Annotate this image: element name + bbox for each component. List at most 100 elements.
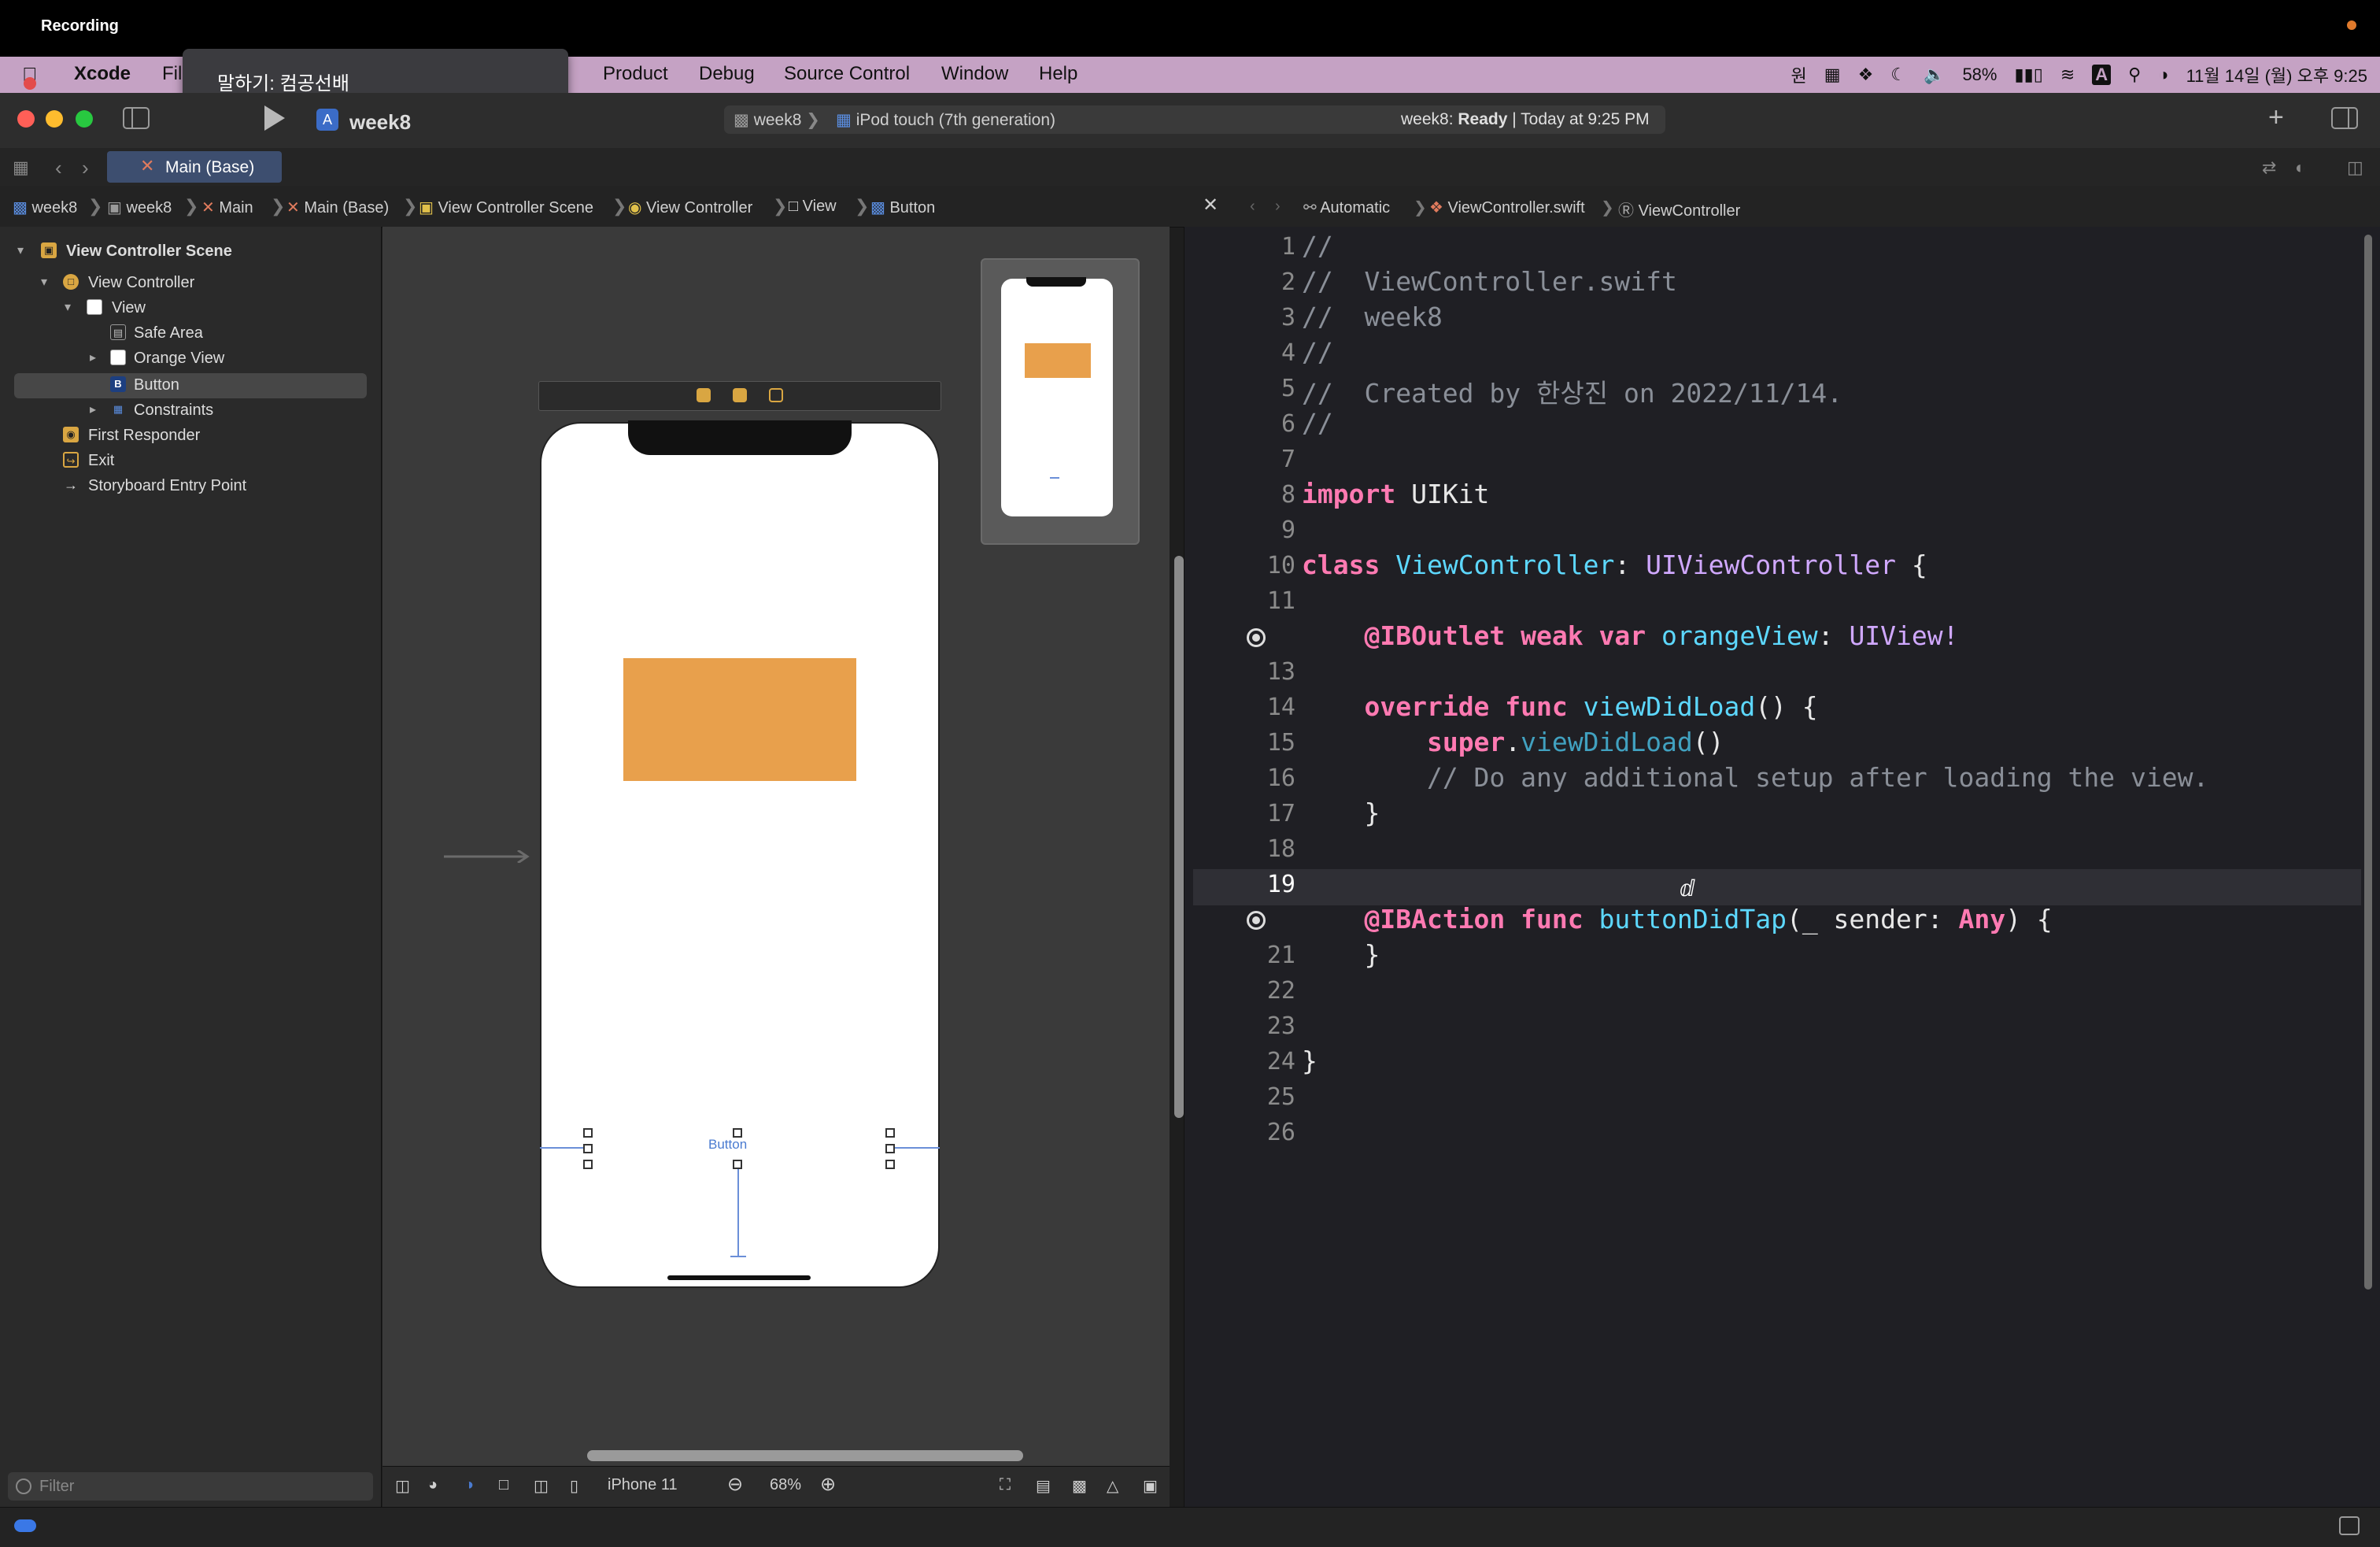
outline-row-button[interactable]: B Button [110, 375, 346, 398]
menu-window[interactable]: Window [941, 63, 1008, 85]
disclosure-closed-icon[interactable]: ▸ [90, 350, 96, 365]
add-constraints-icon[interactable]: ▩ [1072, 1476, 1087, 1496]
canvas-horizontal-scrollbar[interactable] [587, 1450, 1023, 1461]
disclosure-open-icon[interactable]: ▾ [17, 242, 24, 258]
breadcrumb-button[interactable]: ▩ Button [870, 198, 935, 217]
code-editor[interactable] [1184, 227, 2380, 1507]
outline-row-scene[interactable]: ▾ ▣ View Controller Scene [17, 241, 364, 265]
close-window-button[interactable] [17, 110, 35, 128]
outline-row-view[interactable]: ▾ View [65, 298, 348, 321]
dock-view-controller-icon[interactable] [697, 388, 711, 402]
debug-area-toggle-icon[interactable] [2339, 1516, 2360, 1535]
wifi-icon[interactable]: ≋ [2060, 65, 2075, 85]
breadcrumb-main[interactable]: ✕ Main [201, 198, 253, 217]
resolve-issues-icon[interactable]: △ [1107, 1476, 1118, 1496]
dock-first-responder-icon[interactable] [733, 388, 747, 402]
menu-clock[interactable]: 11월 14일 (월) 오후 9:25 [2186, 62, 2367, 87]
breadcrumb-view-controller[interactable]: ◉ View Controller [628, 198, 752, 217]
minimize-window-button[interactable] [46, 110, 63, 128]
add-library-button[interactable]: + [2268, 102, 2284, 133]
orientation-icon[interactable]: □ [499, 1476, 508, 1494]
breadcrumb-scene[interactable]: ▣ View Controller Scene [419, 198, 593, 217]
run-destination-scheme[interactable]: ▩ week8 ❯ [734, 110, 820, 130]
thumbnail-orange-view [1025, 343, 1091, 378]
keyboard-badge[interactable]: A [2092, 65, 2112, 85]
breadcrumb-group[interactable]: ▣ week8 [107, 198, 172, 217]
align-icon[interactable]: ▤ [1036, 1476, 1051, 1496]
outline-row-constraints[interactable]: ▸ ▦ Constraints [90, 400, 342, 424]
zoom-in-icon[interactable]: ⊕ [820, 1473, 836, 1496]
filter-icon [16, 1479, 31, 1494]
spotlight-search-icon[interactable]: ⚲ [2128, 65, 2141, 85]
navigator-toggle-icon[interactable] [123, 107, 150, 129]
update-frames-icon[interactable]: ⛶ [1000, 1476, 1011, 1494]
disclosure-open-icon[interactable]: ▾ [65, 299, 71, 315]
outline-row-first-responder[interactable]: ◉ First Responder [63, 425, 346, 449]
forward-chevron-icon[interactable]: › [82, 156, 89, 180]
menu-debug[interactable]: Debug [699, 63, 755, 85]
device-name[interactable]: iPhone 11 [608, 1476, 678, 1494]
breadcrumb-class[interactable]: Ⓡ ViewController [1618, 198, 1740, 220]
zoom-level[interactable]: 68% [770, 1476, 801, 1494]
add-editor-icon[interactable]: ◫ [2347, 157, 2363, 178]
grid-icon[interactable]: ▦ [13, 157, 29, 178]
volume-icon[interactable]: 🔈 [1924, 65, 1945, 85]
filter-placeholder: Filter [39, 1478, 75, 1495]
menu-source-control[interactable]: Source Control [784, 63, 910, 85]
device-split-icon[interactable]: ◫ [534, 1476, 549, 1496]
control-center-tiles-icon[interactable]: ▦ [1824, 65, 1841, 85]
back-chevron-icon[interactable]: ‹ [55, 156, 62, 180]
disclosure-open-icon[interactable]: ▾ [41, 274, 47, 290]
outline-row-safe-area[interactable]: ▤ Safe Area [110, 323, 362, 346]
outline-filter-field[interactable]: Filter [8, 1472, 373, 1501]
outline-toggle-icon[interactable]: ◫ [395, 1476, 410, 1496]
outline-row-exit[interactable]: ↪ Exit [63, 450, 346, 474]
canvas-bottom-bar: ◫ ◕ ◑ □ ◫ ▯ iPhone 11 ⊖ 68% ⊕ ⛶ ▤ ▩ △ ▣ [382, 1466, 1170, 1508]
scene-dock [538, 381, 941, 411]
dock-exit-icon[interactable] [769, 388, 783, 402]
battery-icon[interactable]: ▮▮▯ [2014, 65, 2042, 85]
adjust-editor-icon[interactable]: ◐ [2295, 157, 2305, 178]
tab-main-base[interactable]: ✕ Main (Base) [107, 151, 282, 183]
close-editor-icon[interactable]: ✕ [1203, 194, 1218, 217]
breadcrumb-automatic[interactable]: ⚯ Automatic [1303, 198, 1390, 217]
run-destination-scheme-label: week8 [753, 111, 802, 129]
phone-icon[interactable]: ▯ [570, 1476, 578, 1496]
editor-forward-icon[interactable]: › [1275, 198, 1281, 216]
menu-help[interactable]: Help [1039, 63, 1077, 85]
run-button[interactable] [264, 105, 285, 131]
orange-view[interactable] [623, 658, 856, 781]
editor-back-icon[interactable]: ‹ [1250, 198, 1255, 216]
disclosure-closed-icon[interactable]: ▸ [90, 402, 96, 417]
dark-mode-icon[interactable]: ◑ [464, 1476, 474, 1494]
code-line-10: class ViewController: UIViewController { [1302, 550, 1927, 580]
menu-app-name[interactable]: Xcode [74, 63, 131, 85]
embed-in-icon[interactable]: ▣ [1143, 1476, 1158, 1496]
swap-icon[interactable]: ⇄ [2262, 157, 2276, 178]
canvas-button[interactable]: Button [708, 1137, 747, 1153]
storyboard-entry-arrow[interactable] [444, 850, 532, 863]
scheme-name[interactable]: week8 [349, 110, 411, 135]
code-line-16: // Do any additional setup after loading… [1426, 762, 2209, 793]
inspector-toggle-icon[interactable] [2331, 107, 2358, 129]
breadcrumb-main-base[interactable]: ✕ Main (Base) [286, 198, 389, 217]
screen-share-icon[interactable]: ❖ [1858, 65, 1874, 85]
canvas-vertical-scrollbar[interactable] [1174, 556, 1184, 1118]
zoom-out-icon[interactable]: ⊖ [727, 1473, 743, 1496]
zoom-window-button[interactable] [76, 110, 93, 128]
editor-scrollbar[interactable] [2364, 235, 2372, 1290]
outline-row-view-controller[interactable]: ▾ □ View Controller [41, 272, 356, 296]
outline-row-entry-point[interactable]: → Storyboard Entry Point [63, 476, 362, 499]
breadcrumb-view[interactable]: □ View [789, 198, 837, 216]
appearance-icon[interactable]: ◕ [428, 1476, 438, 1494]
focus-moon-icon[interactable]: ☾ [1890, 65, 1906, 85]
action-connection-icon[interactable] [1247, 911, 1266, 930]
run-destination-device[interactable]: ▦ iPod touch (7th generation) [836, 110, 1055, 130]
outlet-connection-icon[interactable] [1247, 628, 1266, 647]
breadcrumb-project[interactable]: ▩ week8 [13, 198, 77, 217]
outline-row-orange-view[interactable]: ▸ Orange View [90, 348, 342, 372]
input-source-icon[interactable]: 원 [1791, 62, 1807, 87]
breadcrumb-swift-file[interactable]: ❖ ViewController.swift [1429, 198, 1585, 217]
control-center-icon[interactable]: ◑ [2158, 65, 2168, 85]
menu-product[interactable]: Product [603, 63, 668, 85]
